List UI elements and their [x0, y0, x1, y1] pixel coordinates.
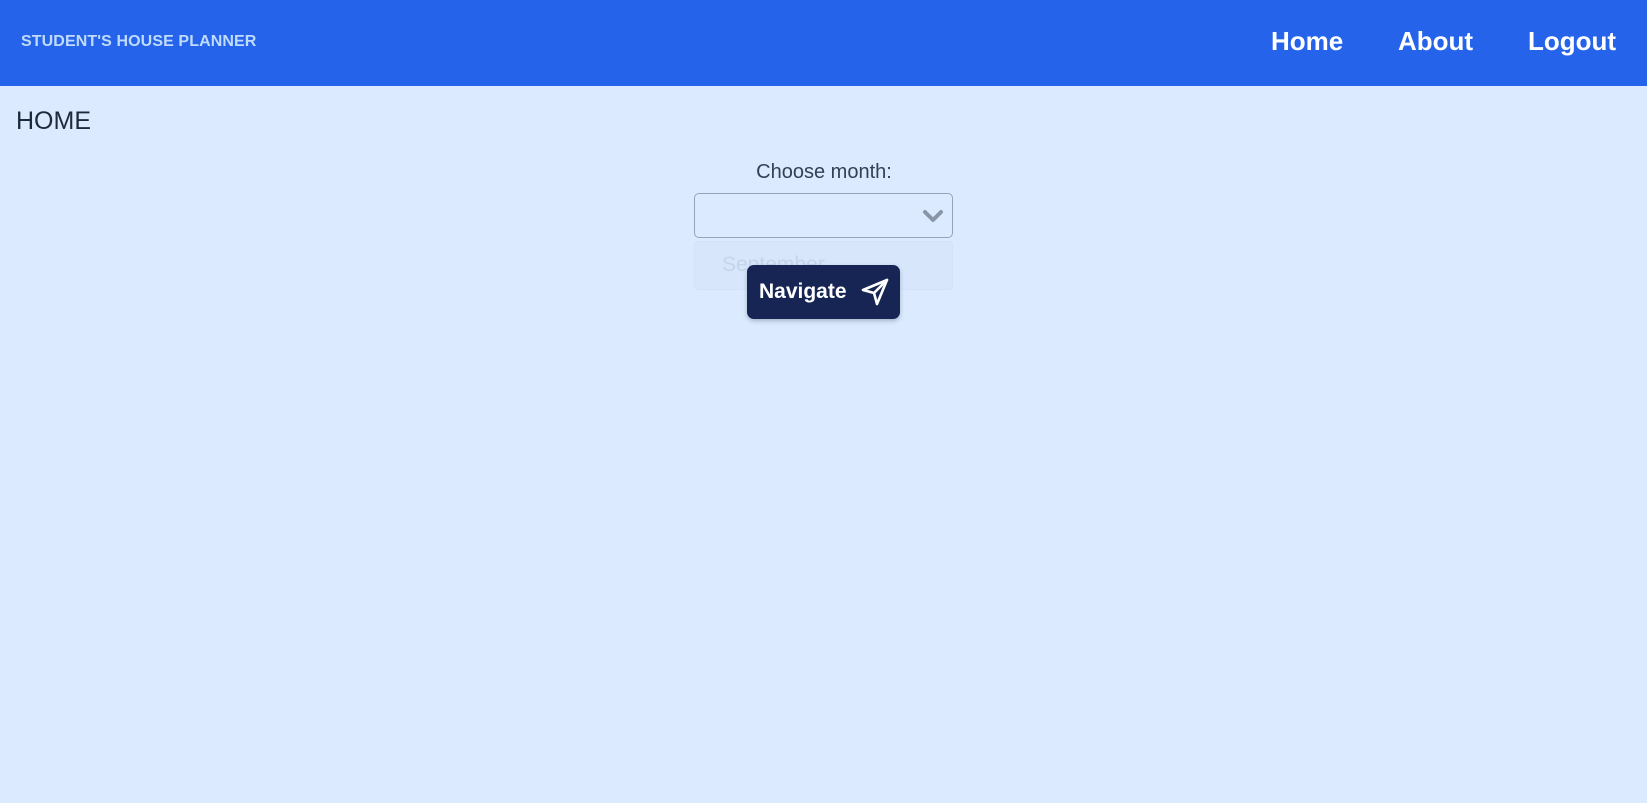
nav-link-home[interactable]: Home — [1271, 26, 1343, 57]
navigate-button[interactable]: Navigate — [747, 265, 900, 319]
nav-link-logout[interactable]: Logout — [1528, 26, 1616, 57]
chevron-down-icon — [923, 210, 943, 222]
page-title: HOME — [16, 107, 91, 135]
send-icon — [861, 278, 889, 306]
month-select[interactable] — [694, 193, 953, 238]
nav-link-about[interactable]: About — [1398, 26, 1473, 57]
month-label: Choose month: — [756, 161, 892, 183]
top-navbar: STUDENT'S HOUSE PLANNER Home About Logou… — [0, 0, 1647, 86]
brand-title[interactable]: STUDENT'S HOUSE PLANNER — [21, 33, 256, 51]
navigate-button-label: Navigate — [759, 280, 847, 303]
